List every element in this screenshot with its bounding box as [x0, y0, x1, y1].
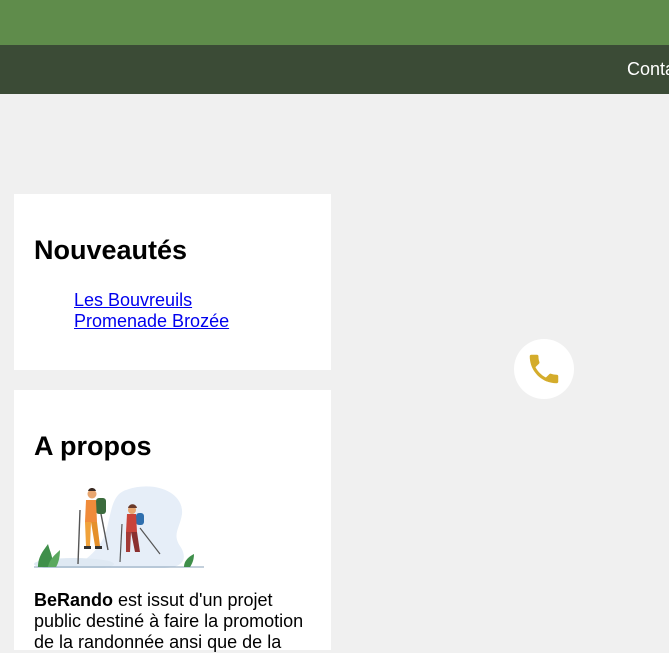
- news-card: Nouveautés Les Bouvreuils Promenade Broz…: [14, 194, 331, 370]
- phone-icon: [529, 354, 559, 384]
- news-title: Nouveautés: [34, 235, 188, 265]
- main-navbar: Conta: [0, 45, 669, 94]
- news-link-bouvreuils[interactable]: Les Bouvreuils: [74, 290, 192, 310]
- news-item: Les Bouvreuils: [74, 290, 229, 311]
- nav-contact-link[interactable]: Conta: [627, 59, 669, 80]
- about-text-line1: est issut d'un projet: [113, 590, 273, 610]
- about-brand: BeRando: [34, 590, 114, 610]
- news-item: Promenade Brozée: [74, 311, 229, 332]
- top-header-bar: [0, 0, 669, 45]
- about-card: A propos BeRando est issut d'un projet pu…: [14, 390, 331, 653]
- about-title: A propos: [34, 431, 152, 461]
- news-link-brozee[interactable]: Promenade Brozée: [74, 311, 229, 331]
- about-text: BeRando est issut d'un projet public dest…: [34, 590, 314, 653]
- about-text-line3: de la randonnée ansi que de la: [34, 632, 282, 652]
- phone-button[interactable]: [514, 339, 574, 399]
- news-list: Les Bouvreuils Promenade Brozée: [74, 290, 229, 332]
- about-text-line2: public destiné à faire la promotion: [34, 611, 304, 631]
- hikers-illustration: [34, 486, 204, 568]
